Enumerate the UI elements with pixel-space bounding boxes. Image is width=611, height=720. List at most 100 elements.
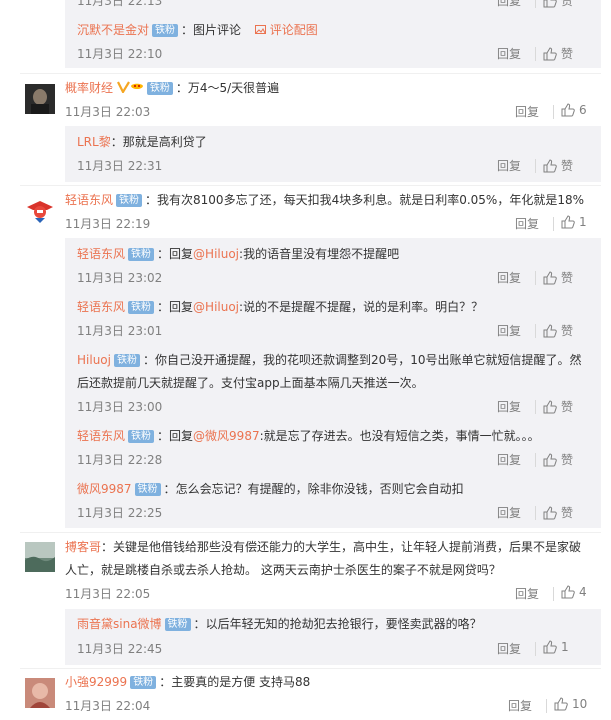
reply-text-line: LRL黎：那就是高利贷了 (77, 135, 207, 149)
username-link[interactable]: 微风9987 (77, 482, 132, 496)
reply-text: 图片评论 (193, 23, 242, 37)
like-button[interactable]: 1 (543, 640, 569, 654)
fan-badge: 铁粉 (164, 618, 191, 631)
reply-button[interactable]: 回复 (515, 585, 539, 602)
like-label: 赞 (561, 159, 574, 173)
username-link[interactable]: 轻语东风 (77, 300, 125, 314)
like-button[interactable]: 1 (561, 215, 587, 229)
like-button[interactable]: 赞 (543, 322, 573, 339)
reply-button[interactable]: 回复 (497, 269, 521, 286)
avatar-image (25, 542, 55, 572)
reply-button[interactable]: 回复 (497, 504, 521, 521)
divider (535, 47, 536, 61)
reply-text-line: 沉默不是金对 铁粉 ：图片评论 评论配图 (77, 23, 318, 37)
like-label: 赞 (561, 0, 574, 8)
like-button[interactable]: 10 (554, 697, 587, 711)
like-button[interactable]: 赞 (543, 398, 573, 415)
reply-text-line: 轻语东风 铁粉 ：回复@微风9987:就是忘了存进去。也没有短信之类，事情一忙就。。… (77, 429, 540, 443)
comment-text: 主要真的是方便 支持马88 (171, 675, 311, 689)
thumbs-up-icon (543, 46, 557, 60)
like-button[interactable]: 赞 (543, 504, 573, 521)
comment-divider (20, 185, 601, 186)
comment-image-label[interactable]: 评论配图 (270, 23, 318, 37)
like-count: 1 (579, 215, 587, 229)
thumbs-up-icon (543, 158, 557, 172)
fan-badge: 铁粉 (128, 430, 155, 443)
reply-prefix: 回复 (169, 247, 194, 261)
reply-prefix: 回复 (169, 429, 194, 443)
fan-badge: 铁粉 (146, 82, 173, 95)
comment-time: 11月3日 22:45 (77, 642, 163, 656)
thumbs-up-icon (543, 270, 557, 284)
fan-badge: 铁粉 (152, 24, 179, 37)
like-label: 赞 (561, 324, 574, 338)
like-button[interactable]: 赞 (543, 451, 573, 468)
reply-button[interactable]: 回复 (508, 697, 532, 714)
username-link[interactable]: 小強92999 (65, 675, 127, 689)
like-button[interactable]: 赞 (543, 45, 573, 62)
reply-button[interactable]: 回复 (497, 322, 521, 339)
mention-link[interactable]: @微风9987 (193, 429, 260, 443)
reply-button[interactable]: 回复 (497, 45, 521, 62)
like-button[interactable]: 赞 (543, 0, 573, 9)
reply-button[interactable]: 回复 (497, 157, 521, 174)
divider (553, 105, 554, 119)
reply-prefix: 回复 (169, 300, 194, 314)
thumbs-up-icon (561, 215, 575, 229)
divider (546, 699, 547, 713)
thumbs-up-icon (543, 323, 557, 337)
divider (553, 587, 554, 601)
reply-button[interactable]: 回复 (497, 0, 521, 9)
reply-button[interactable]: 回复 (497, 640, 521, 657)
username-link[interactable]: 雨音黛sina微博 (77, 617, 162, 631)
comment-divider (20, 73, 601, 74)
divider (535, 506, 536, 520)
divider (535, 159, 536, 173)
username-link[interactable]: LRL黎 (77, 135, 111, 149)
comment-time: 11月3日 22:05 (65, 587, 151, 601)
divider (535, 271, 536, 285)
divider (553, 217, 554, 231)
like-button[interactable]: 赞 (543, 269, 573, 286)
reply-text-line: 微风9987 铁粉 ：怎么会忘记？有提醒的，除非你没钱，否则它会自动扣 (77, 482, 464, 496)
like-button[interactable]: 6 (561, 103, 587, 117)
fan-badge: 铁粉 (128, 301, 155, 314)
username-link[interactable]: 轻语东风 (65, 193, 113, 207)
thumbs-up-icon (543, 399, 557, 413)
vip-icon (130, 83, 143, 89)
avatar[interactable] (25, 195, 55, 225)
comment-time: 11月3日 23:01 (77, 324, 163, 338)
username-link[interactable]: 沉默不是金对 (77, 23, 149, 37)
reply-text: 你自己没开通提醒，我的花呗还款调整到20号，10号出账单它就短信提醒了。然 (155, 353, 582, 367)
fan-badge: 铁粉 (134, 483, 161, 496)
username-link[interactable]: 概率财经 (65, 81, 113, 95)
avatar[interactable] (25, 84, 55, 114)
like-label: 赞 (561, 400, 574, 414)
like-button[interactable]: 赞 (543, 157, 573, 174)
reply-button[interactable]: 回复 (515, 215, 539, 232)
like-button[interactable]: 4 (561, 585, 587, 599)
reply-button[interactable]: 回复 (497, 398, 521, 415)
username-link[interactable]: 轻语东风 (77, 247, 125, 261)
mention-link[interactable]: @Hiluoj (193, 247, 239, 261)
reply-text-line: 轻语东风 铁粉 ：回复@Hiluoj:我的语音里没有埋怨不提醒吧 (77, 247, 400, 261)
username-link[interactable]: 轻语东风 (77, 429, 125, 443)
comment-text-line: 搏客哥：关键是他借钱给那些没有偿还能力的大学生，高中生，让年轻人提前消费，后果不… (65, 540, 582, 554)
avatar[interactable] (25, 542, 55, 572)
avatar[interactable] (25, 678, 55, 708)
username-link[interactable]: Hiluoj (77, 353, 111, 367)
comment-text-line: 轻语东风 铁粉 ：我有次8100多忘了还，每天扣我4块多利息。就是日利率0.05%，… (65, 193, 585, 207)
comment-divider (20, 532, 601, 533)
username-link[interactable]: 搏客哥 (65, 540, 101, 554)
comment-time: 11月3日 22:28 (77, 453, 163, 467)
thumbs-up-icon (561, 103, 575, 117)
reply-button[interactable]: 回复 (497, 451, 521, 468)
comment-image-link[interactable]: 评论配图 (254, 23, 318, 37)
comment-text: 万4～5/天很普遍 (187, 81, 280, 95)
reply-text: :就是忘了存进去。也没有短信之类，事情一忙就。。。 (259, 429, 540, 443)
reply-text-line-2: 后还款提前几天就提醒了。支付宝app上面基本隔几天推送一次。 (77, 376, 424, 390)
fan-badge: 铁粉 (130, 676, 157, 689)
mention-link[interactable]: @Hiluoj (193, 300, 239, 314)
reply-button[interactable]: 回复 (515, 103, 539, 120)
divider (535, 0, 536, 8)
